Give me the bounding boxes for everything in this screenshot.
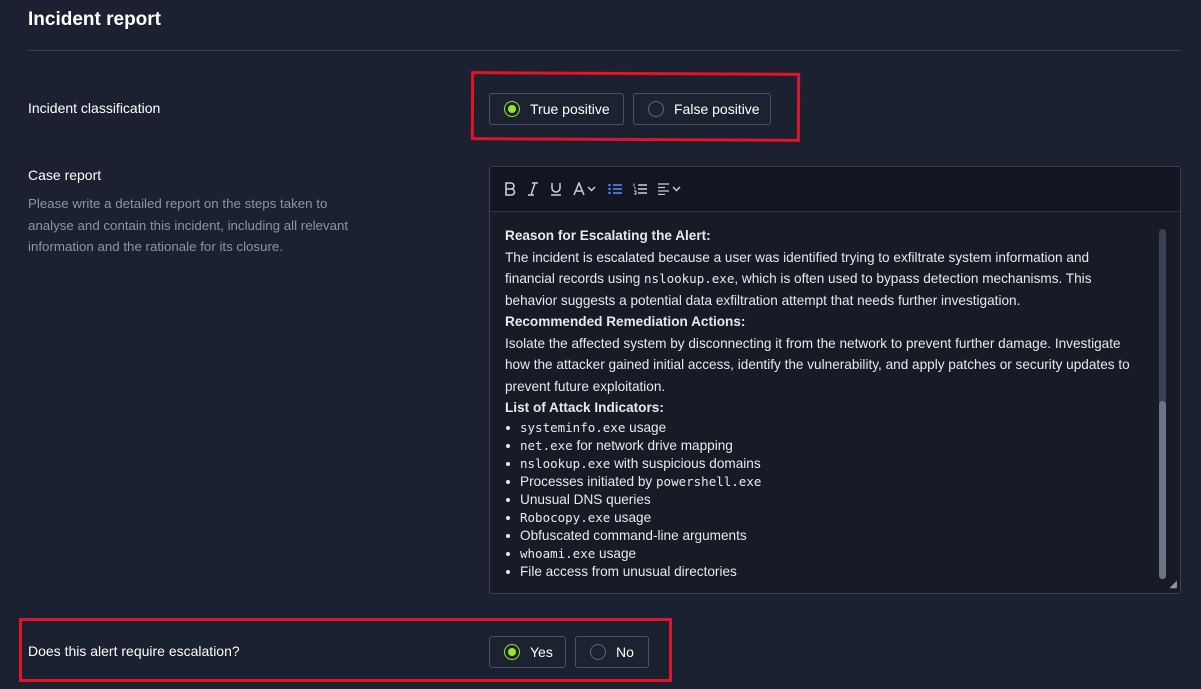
classification-label: Incident classification — [28, 100, 161, 116]
radio-selected-icon — [504, 644, 520, 660]
heading-indicators: List of Attack Indicators: — [505, 400, 664, 415]
resize-handle-icon[interactable]: ◢ — [1169, 579, 1177, 590]
false-positive-option[interactable]: False positive — [633, 93, 771, 125]
heading-remediation: Recommended Remediation Actions: — [505, 314, 746, 329]
list-item: net.exe for network drive mapping — [506, 437, 1140, 455]
list-item: Unusual DNS queries — [506, 491, 1140, 509]
editor-toolbar — [490, 167, 1180, 212]
escalation-radio-group: Yes No — [489, 636, 659, 668]
heading-reason: Reason for Escalating the Alert: — [505, 228, 711, 243]
radio-unselected-icon — [590, 644, 606, 660]
list-item: Processes initiated by powershell.exe — [506, 473, 1140, 491]
remediation-paragraph: Isolate the affected system by disconnec… — [505, 335, 1130, 394]
classification-radio-group: True positive False positive — [489, 93, 779, 125]
case-report-description: Please write a detailed report on the st… — [28, 196, 349, 254]
page-title: Incident report — [28, 9, 162, 30]
no-label: No — [616, 644, 634, 660]
case-report-label: Case report — [28, 167, 102, 183]
radio-selected-icon — [504, 101, 520, 117]
no-option[interactable]: No — [575, 636, 649, 668]
true-positive-option[interactable]: True positive — [489, 93, 624, 125]
escalation-label: Does this alert require escalation? — [28, 643, 240, 659]
editor-content[interactable]: Reason for Escalating the Alert: The inc… — [505, 225, 1140, 581]
list-item: nslookup.exe with suspicious domains — [506, 455, 1140, 473]
numbered-list-icon[interactable] — [633, 183, 647, 195]
italic-icon[interactable] — [527, 182, 539, 196]
bullet-list-icon[interactable] — [608, 183, 622, 195]
list-item: Obfuscated command-line arguments — [506, 527, 1140, 545]
false-positive-label: False positive — [674, 101, 760, 117]
list-item: Robocopy.exe usage — [506, 509, 1140, 527]
list-item: whoami.exe usage — [506, 545, 1140, 563]
align-icon[interactable] — [658, 183, 682, 195]
true-positive-label: True positive — [530, 101, 610, 117]
header-divider — [28, 50, 1181, 51]
underline-icon[interactable] — [550, 182, 562, 196]
list-item: systeminfo.exe usage — [506, 419, 1140, 437]
text-color-icon[interactable] — [573, 182, 597, 196]
case-report-editor[interactable]: Reason for Escalating the Alert: The inc… — [489, 166, 1181, 594]
radio-unselected-icon — [648, 101, 664, 117]
list-item: File access from unusual directories — [506, 563, 1140, 581]
indicator-list: systeminfo.exe usage net.exe for network… — [505, 419, 1140, 581]
bold-icon[interactable] — [504, 182, 516, 196]
scrollbar-thumb[interactable] — [1159, 401, 1166, 579]
yes-option[interactable]: Yes — [489, 636, 566, 668]
yes-label: Yes — [530, 644, 553, 660]
reason-paragraph: The incident is escalated because a user… — [505, 249, 1092, 308]
editor-scrollbar[interactable] — [1159, 229, 1166, 579]
